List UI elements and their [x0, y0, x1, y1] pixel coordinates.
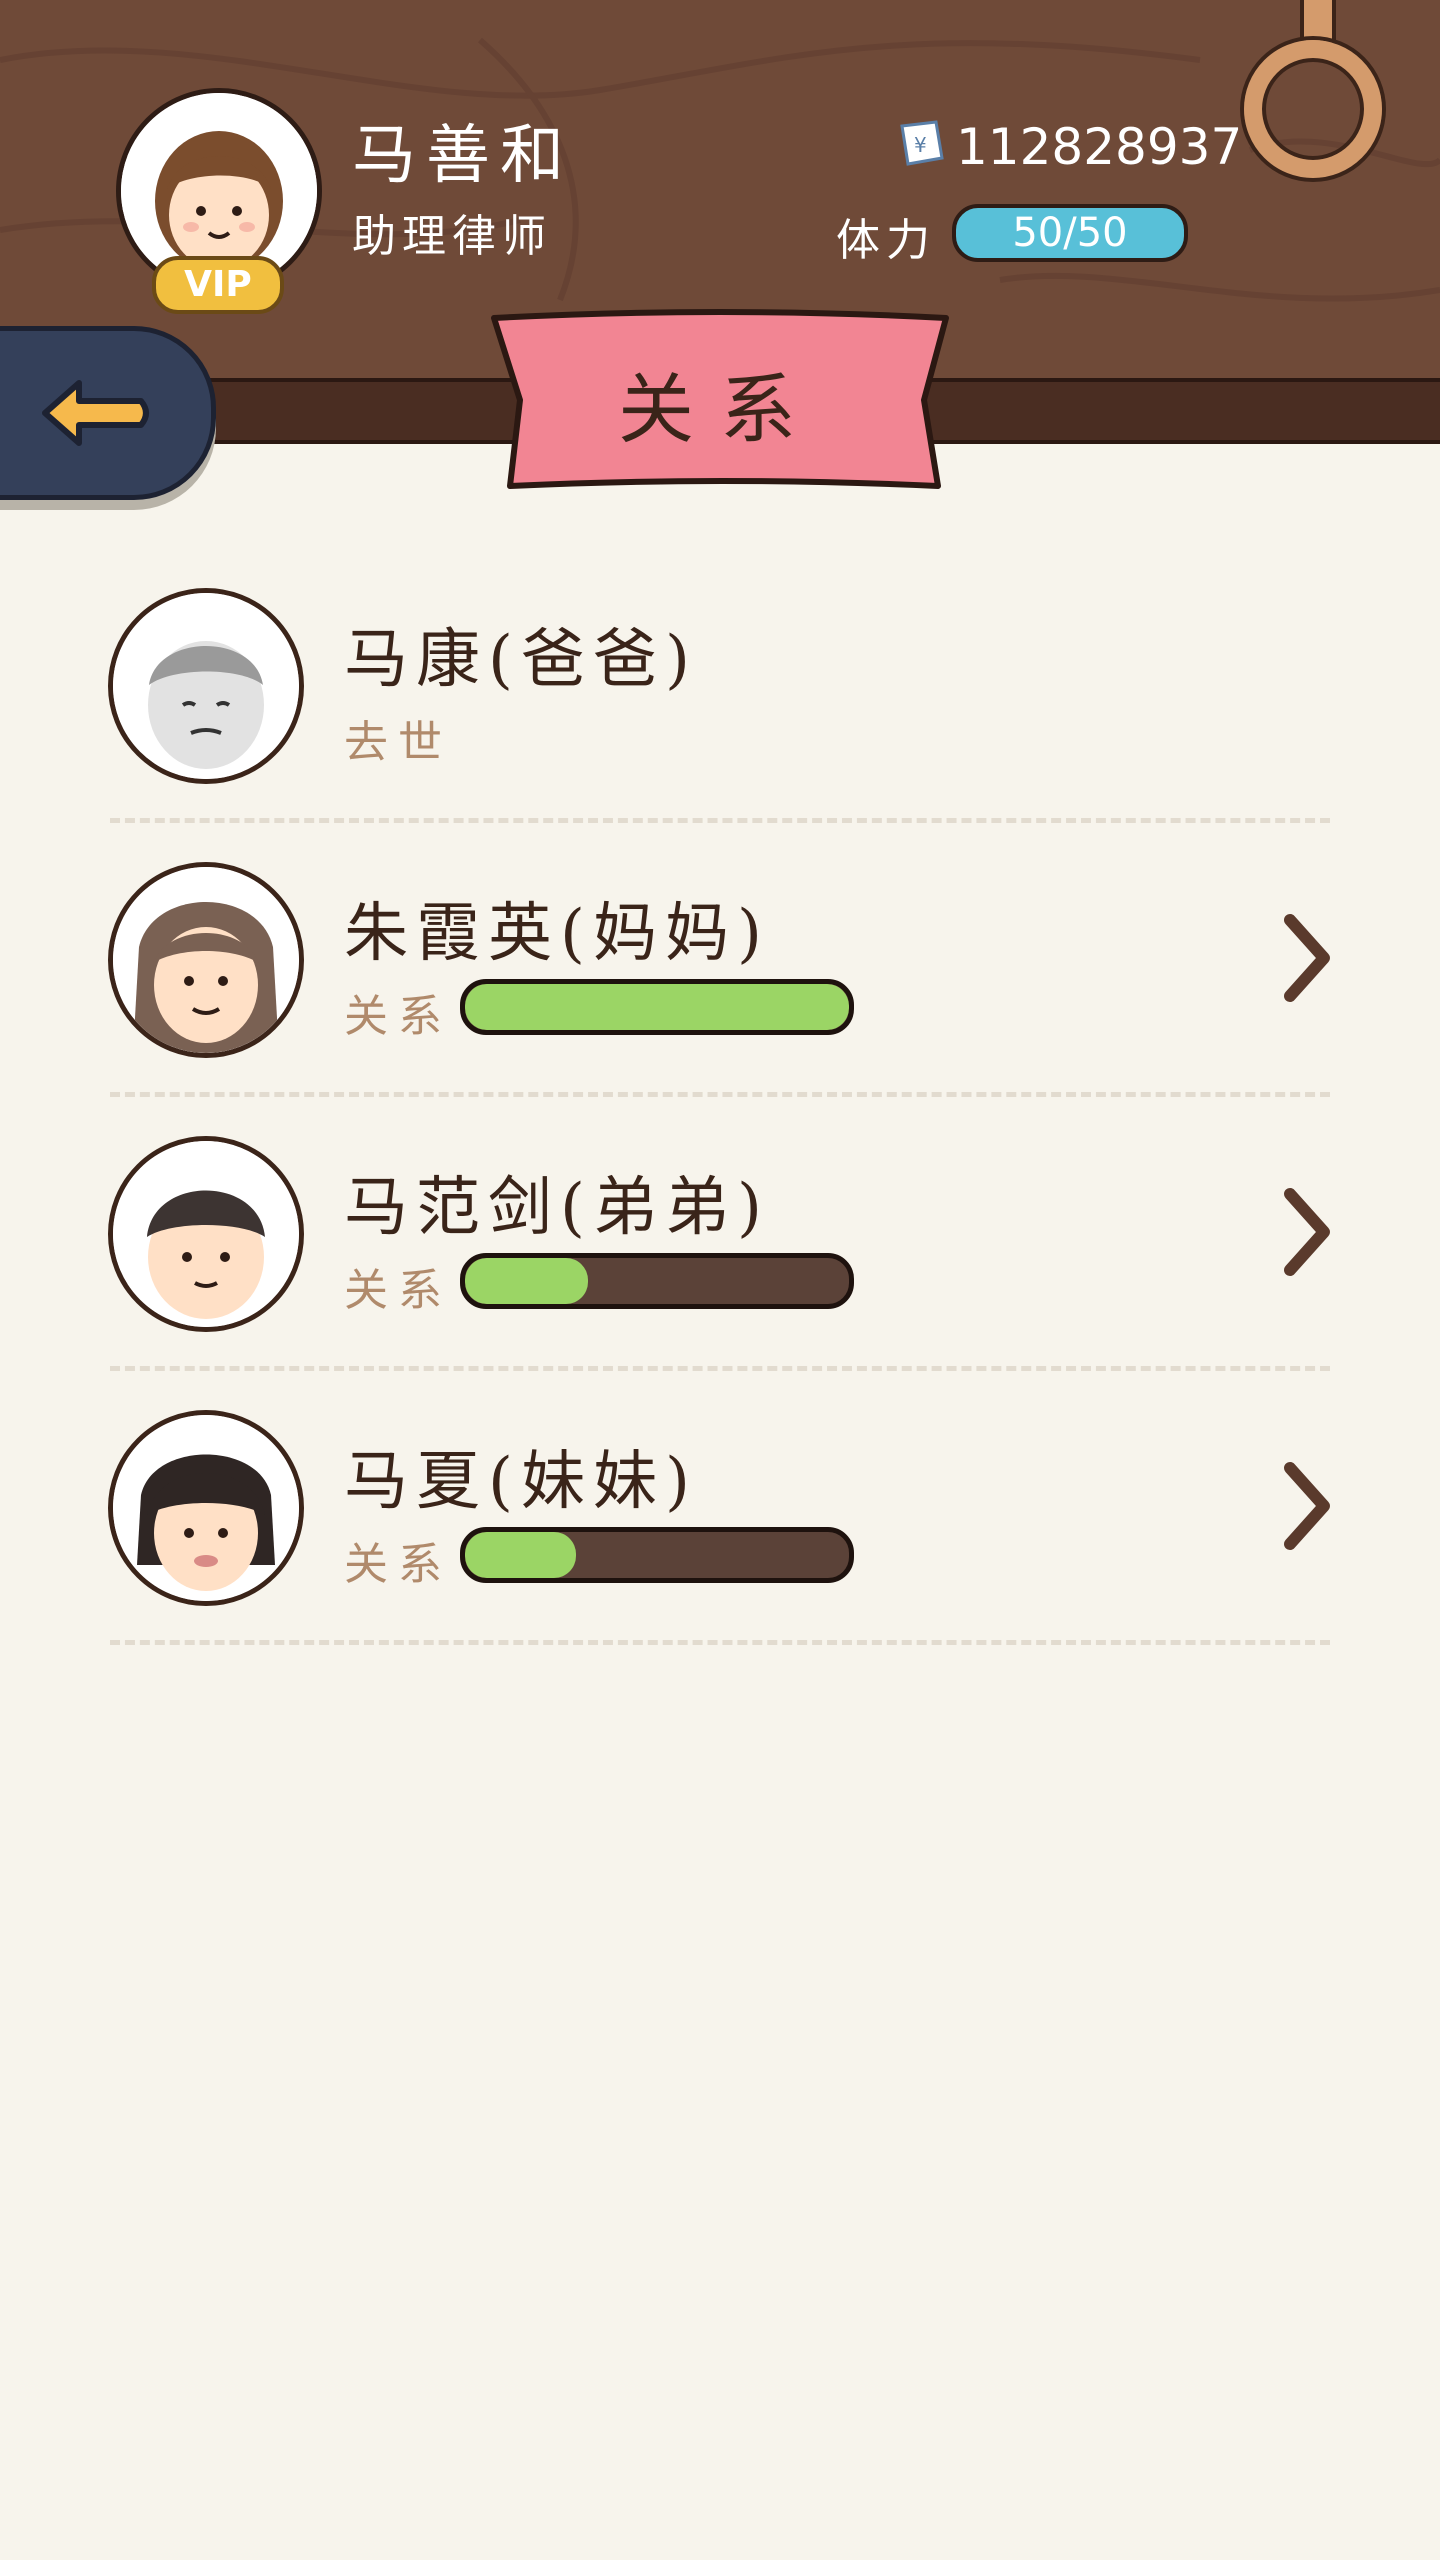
- brother-avatar: [108, 1136, 304, 1332]
- money-amount: 112828937: [956, 118, 1243, 176]
- sister-avatar: [108, 1410, 304, 1606]
- back-button[interactable]: [0, 326, 216, 500]
- relation-row-mother[interactable]: 朱霞英(妈妈) 关系: [0, 822, 1440, 1097]
- chevron-right-icon[interactable]: [1280, 1458, 1336, 1554]
- mother-avatar: [108, 862, 304, 1058]
- relation-row-sister[interactable]: 马夏(妹妹) 关系: [0, 1370, 1440, 1645]
- money-bill-icon: ¥: [900, 120, 944, 166]
- relation-label: 关系: [344, 1265, 452, 1316]
- relation-status: 去世: [344, 717, 452, 768]
- relation-bar-fill: [465, 1532, 577, 1578]
- father-avatar: [108, 588, 304, 784]
- page-title: 关系: [618, 365, 822, 454]
- relation-bar: [460, 1253, 854, 1309]
- vip-badge: VIP: [152, 256, 284, 314]
- player-title: 助理律师: [352, 211, 552, 262]
- chevron-right-icon[interactable]: [1280, 910, 1336, 1006]
- relation-name: 马夏(妹妹): [344, 1445, 698, 1519]
- relation-name: 朱霞英(妈妈): [344, 897, 770, 971]
- relation-row-father: 马康(爸爸) 去世: [0, 548, 1440, 823]
- chevron-right-icon[interactable]: [1280, 1184, 1336, 1280]
- svg-text:¥: ¥: [914, 133, 927, 157]
- mother-face-icon: [113, 867, 299, 1053]
- relation-name: 马康(爸爸): [344, 623, 698, 697]
- player-name: 马善和: [352, 119, 574, 193]
- relation-label: 关系: [344, 991, 452, 1042]
- ring-icon[interactable]: [1244, 40, 1382, 178]
- brother-face-icon: [113, 1141, 299, 1327]
- back-arrow-icon: [42, 380, 149, 446]
- sister-face-icon: [113, 1415, 299, 1601]
- relation-bar-fill: [465, 1258, 588, 1304]
- relation-bar: [460, 979, 854, 1035]
- relation-name: 马范剑(弟弟): [344, 1171, 770, 1245]
- relation-bar-fill: [465, 984, 849, 1030]
- row-divider: [110, 1640, 1330, 1645]
- relation-row-brother[interactable]: 马范剑(弟弟) 关系: [0, 1096, 1440, 1371]
- stamina-label: 体力: [836, 215, 936, 266]
- stamina-bar: 50/50: [952, 204, 1188, 262]
- relation-bar: [460, 1527, 854, 1583]
- father-face-icon: [113, 593, 299, 779]
- relation-label: 关系: [344, 1539, 452, 1590]
